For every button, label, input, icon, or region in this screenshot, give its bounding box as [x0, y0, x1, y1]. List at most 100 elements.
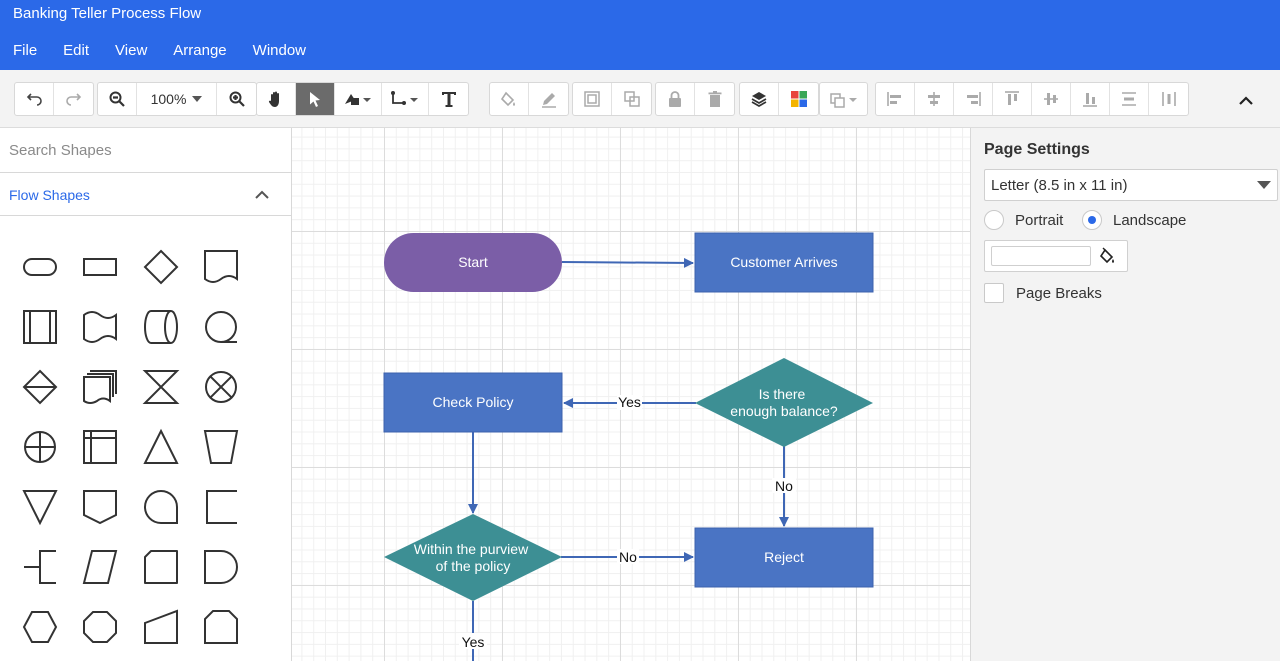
card-shape[interactable]: [139, 545, 183, 589]
or-shape[interactable]: [18, 425, 62, 469]
bring-to-front-icon: [829, 93, 857, 108]
menu-window[interactable]: Window: [240, 42, 319, 62]
shapes-icon: [345, 94, 371, 105]
delay-shape[interactable]: [199, 545, 243, 589]
node-customer-arrives[interactable]: Customer Arrives: [694, 232, 874, 293]
undo-button[interactable]: [15, 83, 54, 115]
layers-button[interactable]: [740, 83, 779, 115]
toolbar: 100%: [0, 70, 1280, 128]
background-color-field[interactable]: [991, 246, 1091, 266]
group-button[interactable]: [573, 83, 612, 115]
preparation-shape[interactable]: [18, 605, 62, 649]
document-shape[interactable]: [199, 245, 243, 289]
pointer-icon: [310, 92, 320, 107]
redo-button[interactable]: [54, 83, 93, 115]
stored-data-shape[interactable]: [199, 605, 243, 649]
flow-shapes-header[interactable]: Flow Shapes: [0, 174, 291, 216]
group-icon: [584, 91, 600, 107]
align-left-button[interactable]: [876, 83, 915, 115]
zoom-out-icon: [109, 91, 125, 107]
punched-tape-shape[interactable]: [78, 305, 122, 349]
order-group: [819, 82, 868, 116]
manual-operation-icon: [203, 430, 239, 464]
annotation-shape[interactable]: [199, 485, 243, 529]
terminator-shape[interactable]: [18, 245, 62, 289]
node-enough-balance[interactable]: Is there enough balance?: [695, 358, 873, 447]
process-shape[interactable]: [78, 245, 122, 289]
menu-file[interactable]: File: [0, 42, 50, 62]
multi-document-shape[interactable]: [78, 365, 122, 409]
menu-edit[interactable]: Edit: [50, 42, 102, 62]
shape-tool-button[interactable]: [335, 83, 382, 115]
zoom-dropdown[interactable]: 100%: [137, 83, 217, 115]
fill-color-button[interactable]: [490, 83, 529, 115]
zoom-out-button[interactable]: [98, 83, 137, 115]
stroke-color-button[interactable]: [529, 83, 568, 115]
collapse-toolbar-button[interactable]: [1228, 90, 1264, 110]
predefined-process-shape[interactable]: [18, 305, 62, 349]
lock-button[interactable]: [656, 83, 695, 115]
landscape-radio[interactable]: [1082, 210, 1102, 230]
landscape-option[interactable]: Landscape: [1082, 210, 1186, 230]
edge-label-no: No: [619, 549, 637, 565]
internal-storage-shape[interactable]: [78, 425, 122, 469]
background-color-picker[interactable]: [984, 240, 1128, 272]
align-middle-button[interactable]: [1032, 83, 1071, 115]
paper-size-dropdown[interactable]: Letter (8.5 in x 11 in): [984, 169, 1278, 201]
menu-arrange[interactable]: Arrange: [160, 42, 239, 62]
sequential-access-icon: [144, 490, 178, 524]
order-button[interactable]: [820, 83, 867, 115]
align-left-icon: [887, 92, 901, 106]
sort-shape[interactable]: [18, 365, 62, 409]
document-icon: [204, 250, 238, 283]
style-group: [489, 82, 569, 116]
page-breaks-checkbox[interactable]: [984, 283, 1004, 303]
align-top-button[interactable]: [993, 83, 1032, 115]
node-within-purview-label-line2: of the policy: [436, 558, 511, 574]
manual-input-shape[interactable]: [139, 605, 183, 649]
theme-button[interactable]: [779, 83, 818, 115]
tools-group: [256, 82, 469, 116]
or-icon: [24, 431, 56, 463]
portrait-option[interactable]: Portrait: [984, 210, 1063, 230]
align-center-button[interactable]: [915, 83, 954, 115]
menu-view[interactable]: View: [102, 42, 160, 62]
distribute-vertical-button[interactable]: [1110, 83, 1149, 115]
decision-shape[interactable]: [139, 245, 183, 289]
sequential-access-shape[interactable]: [139, 485, 183, 529]
layers-group: [739, 82, 819, 116]
portrait-label: Portrait: [1015, 211, 1064, 229]
annotation-2-shape[interactable]: [18, 545, 62, 589]
page-breaks-option[interactable]: Page Breaks: [984, 283, 1102, 303]
data-shape[interactable]: [78, 545, 122, 589]
text-tool-button[interactable]: [429, 83, 468, 115]
portrait-radio[interactable]: [984, 210, 1004, 230]
merge-icon: [22, 490, 58, 526]
delete-button[interactable]: [695, 83, 734, 115]
manual-operation-shape[interactable]: [199, 425, 243, 469]
diagram-canvas[interactable]: Yes No No Yes Start Customer Arrives Is …: [292, 128, 970, 661]
distribute-horizontal-button[interactable]: [1149, 83, 1188, 115]
direct-data-shape[interactable]: [139, 305, 183, 349]
summing-junction-shape[interactable]: [199, 365, 243, 409]
connector-start-to-customer[interactable]: [561, 257, 694, 268]
search-shapes-input[interactable]: [0, 128, 291, 173]
node-reject[interactable]: Reject: [694, 527, 874, 588]
sequential-data-shape[interactable]: [199, 305, 243, 349]
align-right-button[interactable]: [954, 83, 993, 115]
extract-shape[interactable]: [139, 425, 183, 469]
zoom-in-button[interactable]: [217, 83, 256, 115]
node-start[interactable]: Start: [384, 233, 562, 292]
merge-shape[interactable]: [18, 485, 62, 529]
node-check-policy[interactable]: Check Policy: [383, 372, 563, 433]
align-bottom-button[interactable]: [1071, 83, 1110, 115]
connector-tool-button[interactable]: [382, 83, 429, 115]
select-tool-button[interactable]: [296, 83, 335, 115]
collate-shape[interactable]: [139, 365, 183, 409]
loop-limit-shape[interactable]: [78, 605, 122, 649]
ungroup-button[interactable]: [612, 83, 651, 115]
off-page-reference-shape[interactable]: [78, 485, 122, 529]
node-within-purview[interactable]: Within the purview of the policy: [384, 514, 562, 601]
pan-tool-button[interactable]: [257, 83, 296, 115]
chevron-down-icon: [1257, 181, 1271, 189]
